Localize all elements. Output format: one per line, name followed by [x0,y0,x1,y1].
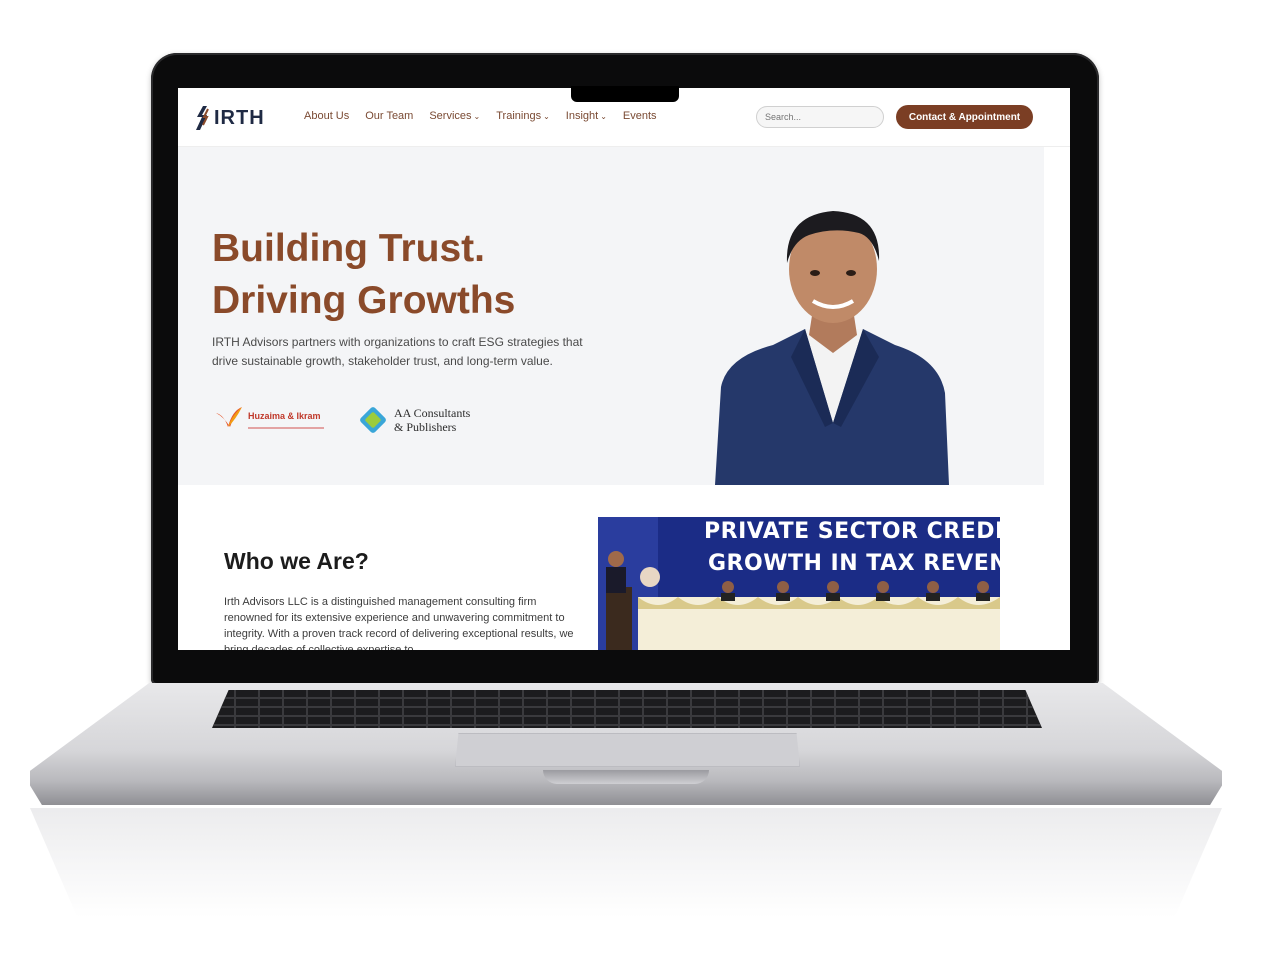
nav-our-team[interactable]: Our Team [365,110,413,122]
event-banner-line1: PRIVATE SECTOR CREDIT [704,519,1000,544]
partner1-name: Huzaima & Ikram [248,410,321,421]
chevron-down-icon: ⌄ [473,112,481,121]
laptop-keyboard [212,690,1042,728]
consultant-portrait [715,211,949,485]
event-banner-image[interactable]: PRIVATE SECTOR CREDIT GROWTH IN TAX REVE… [598,517,1000,650]
partner1-tagline-line [248,426,324,429]
event-banner-line2: GROWTH IN TAX REVENU [708,551,1000,576]
nav-events[interactable]: Events [623,110,657,122]
laptop-opening-notch [543,770,709,784]
partner2-name-line1: AA Consultants [394,406,471,420]
search-input[interactable] [756,106,884,128]
hero-title-line1: Building Trust. [212,227,485,270]
nav-label: Our Team [365,110,414,122]
nav-label: About Us [304,110,350,122]
who-we-are-text: Irth Advisors LLC is a distinguished man… [224,596,574,650]
nav-label: Insight [565,110,599,122]
contact-appointment-button[interactable]: Contact & Appointment [896,105,1033,129]
nav-insight[interactable]: Insight ⌄ [566,110,607,122]
hero-description: IRTH Advisors partners with organization… [212,335,583,368]
partner2-name-line2: & Publishers [394,420,457,434]
partner-logo-huzaima-ikram[interactable]: Huzaima & Ikram [214,405,324,429]
logo-mark-icon [196,106,209,130]
hero-section: Building Trust. Driving Growths IRTH Adv… [178,147,1044,485]
hero-title-line2: Driving Growths [212,279,516,322]
partner1-text: Huzaima & Ikram [248,406,324,429]
main-nav: About Us Our Team Services ⌄ Trainings ⌄ I… [304,110,657,122]
diamond-logo-icon [360,407,386,433]
hero-title: Building Trust. Driving Growths [212,223,515,327]
table-reflection [30,808,1222,918]
partner2-name: AA Consultants & Publishers [394,406,470,434]
nav-about-us[interactable]: About Us [304,110,349,122]
nav-trainings[interactable]: Trainings ⌄ [496,110,550,122]
camera-notch [571,86,679,102]
nav-label: Events [622,110,657,122]
nav-label: Trainings [496,110,542,122]
logo-text: IRTH [214,106,265,129]
partner-logo-aa-consultants[interactable]: AA Consultants & Publishers [358,405,470,435]
who-we-are-title: Who we Are? [224,548,369,574]
laptop-trackpad [455,733,800,767]
nav-label: Services [429,110,472,122]
chevron-down-icon: ⌄ [543,112,550,121]
laptop-screen: IRTH About Us Our Team Services ⌄ Trainin… [178,88,1070,650]
nav-services[interactable]: Services ⌄ [429,110,480,122]
bird-logo-icon [216,407,242,427]
site-logo[interactable]: IRTH [194,104,265,132]
chevron-down-icon: ⌄ [600,112,607,121]
